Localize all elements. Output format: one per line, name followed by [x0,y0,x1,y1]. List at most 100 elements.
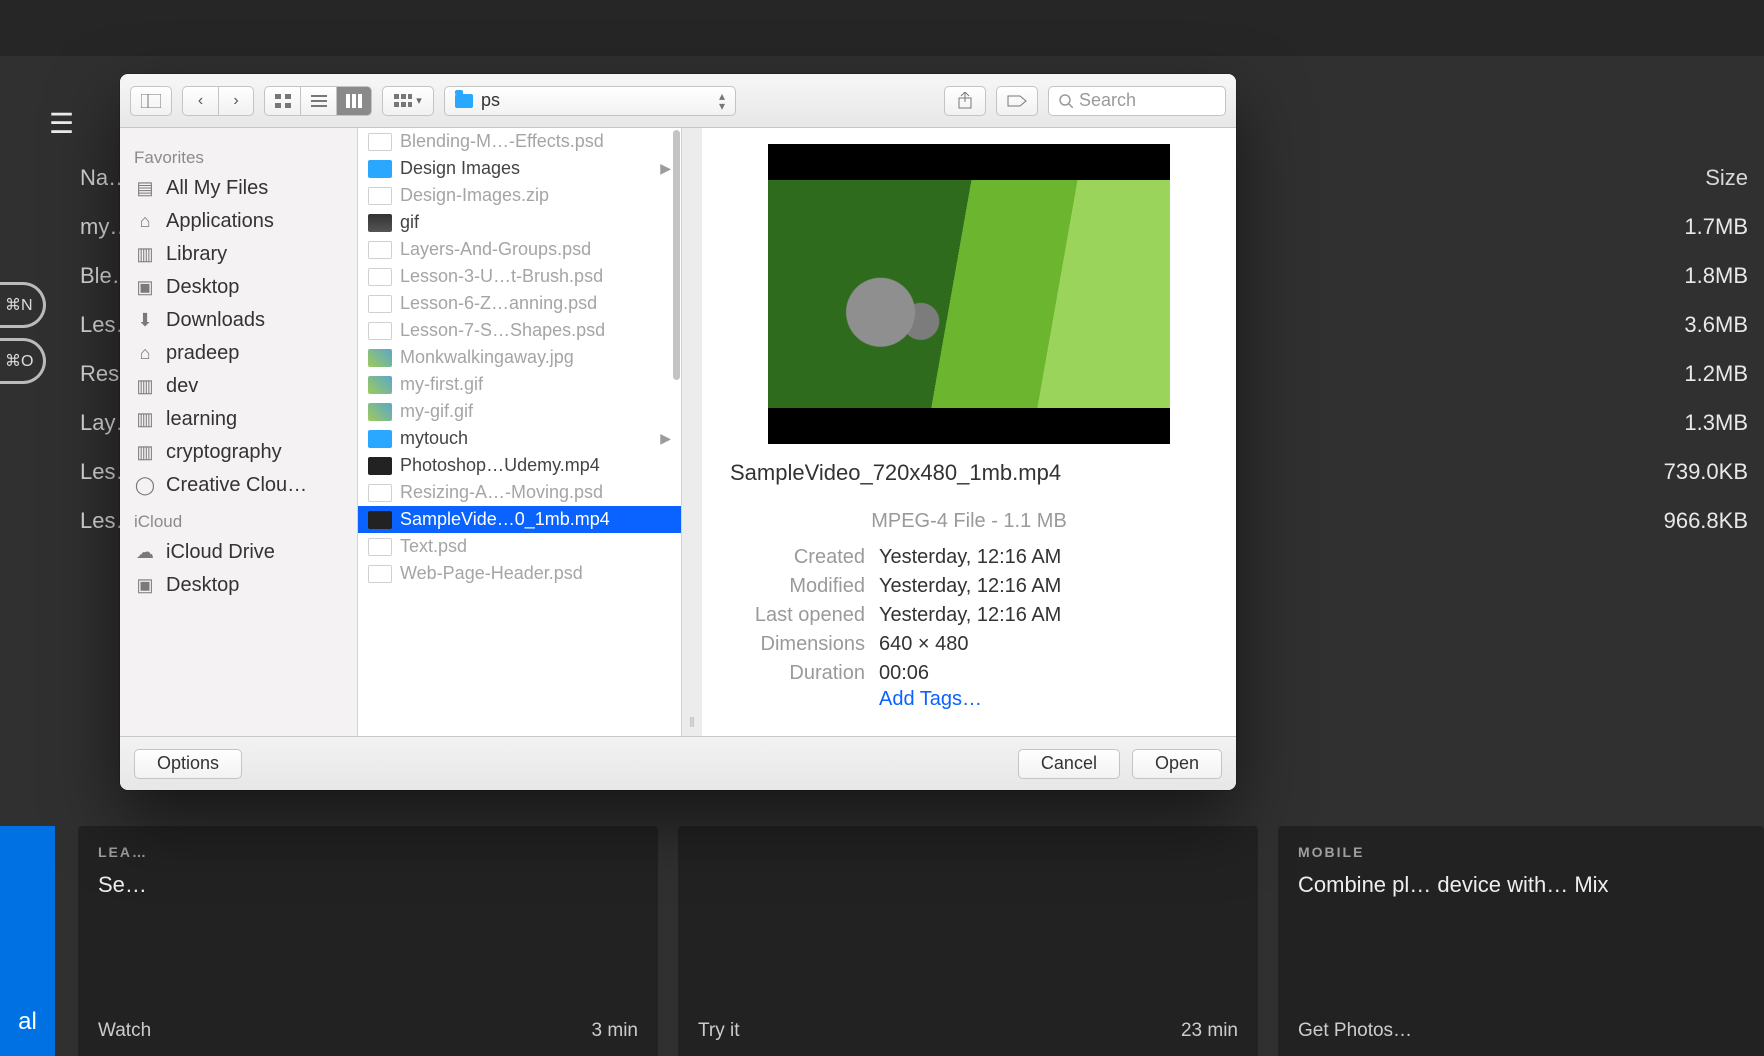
file-row[interactable]: Design Images ▶ [358,155,681,182]
file-row[interactable]: Web-Page-Header.psd [358,560,681,587]
view-icons-button[interactable] [264,86,300,116]
file-thumb-icon [368,403,392,421]
file-thumb-icon [368,160,392,178]
sidebar-section-favorites: Favorites [120,138,357,172]
path-label: ps [481,90,500,111]
sidebar-item[interactable]: ⌂ Applications [120,205,357,238]
nav-segment: ‹ › [182,86,254,116]
file-row[interactable]: Layers-And-Groups.psd [358,236,681,263]
bg-tile-try[interactable]: Try it 23 min [678,826,1258,1056]
file-row[interactable]: SampleVide…0_1mb.mp4 [358,506,681,533]
share-button[interactable] [944,86,986,116]
meta-key: Duration [730,662,865,685]
sidebar-item[interactable]: ▣ Desktop [120,569,357,602]
chevron-right-icon: ▶ [660,160,671,177]
preview-metadata: MPEG-4 File - 1.1 MB Created Yesterday, … [730,510,1208,711]
meta-value: Yesterday, 12:16 AM [879,604,1061,627]
file-name: my-gif.gif [400,401,473,422]
bg-row-size: 3.6MB [1684,312,1748,338]
preview-image [768,180,1170,408]
scrollbar[interactable] [673,130,680,380]
file-row[interactable]: my-gif.gif [358,398,681,425]
tile-label: MOBILE [1298,844,1744,860]
bg-topband [0,0,1764,56]
sidebar-item-label: dev [166,375,198,398]
bg-shortcut-pill[interactable]: ⌘N [0,282,46,328]
file-thumb-icon [368,133,392,151]
file-name: Lesson-3-U…t-Brush.psd [400,266,603,287]
path-dropdown[interactable]: ps ▴▾ [444,86,736,116]
file-row[interactable]: my-first.gif [358,371,681,398]
sidebar-item[interactable]: ▣ Desktop [120,271,357,304]
sidebar-item[interactable]: ▥ dev [120,370,357,403]
file-row[interactable]: Text.psd [358,533,681,560]
preview-pane: SampleVideo_720x480_1mb.mp4 MPEG-4 File … [702,128,1236,736]
bg-row-size: 1.2MB [1684,361,1748,387]
search-input[interactable]: Search [1048,86,1226,116]
view-list-button[interactable] [300,86,336,116]
hamburger-icon[interactable]: ☰ [49,107,74,140]
tags-button[interactable] [996,86,1038,116]
file-thumb-icon [368,376,392,394]
sidebar-item[interactable]: ◯ Creative Clou… [120,469,357,502]
file-column: Blending-M…-Effects.psd Design Images ▶ … [358,128,682,736]
dialog-toolbar: ‹ › ▾ ps ▴▾ [120,74,1236,128]
chevron-right-icon: › [233,92,238,110]
sidebar-item[interactable]: ⌂ pradeep [120,337,357,370]
meta-row: Last opened Yesterday, 12:16 AM [730,601,1208,630]
sidebar-item-icon: ▤ [134,180,156,198]
arrange-button[interactable]: ▾ [382,86,434,116]
file-row[interactable]: Lesson-3-U…t-Brush.psd [358,263,681,290]
file-row[interactable]: Design-Images.zip [358,182,681,209]
file-thumb-icon [368,538,392,556]
file-name: SampleVide…0_1mb.mp4 [400,509,610,530]
column-resize-handle[interactable]: ‖ [682,128,702,736]
meta-value: Yesterday, 12:16 AM [879,575,1061,598]
sidebar-item-icon: ⌂ [134,345,156,363]
file-row[interactable]: Photoshop…Udemy.mp4 [358,452,681,479]
sidebar-item-label: Creative Clou… [166,474,307,497]
open-button[interactable]: Open [1132,749,1222,779]
file-row[interactable]: Blending-M…-Effects.psd [358,128,681,155]
sidebar-item-label: cryptography [166,441,282,464]
add-tags-link[interactable]: Add Tags… [879,688,1208,711]
bg-row-size: 1.7MB [1684,214,1748,240]
tile-label: LEA… [98,844,638,860]
file-name: Monkwalkingaway.jpg [400,347,574,368]
bg-tile-learn[interactable]: LEA… Se… Watch 3 min [78,826,658,1056]
sidebar-toggle-icon [141,94,161,108]
file-row[interactable]: mytouch ▶ [358,425,681,452]
bg-blue-sidebar[interactable]: al [0,826,55,1056]
sidebar-item[interactable]: ▥ cryptography [120,436,357,469]
sidebar-section-icloud: iCloud [120,502,357,536]
sidebar-item-icon: ▥ [134,444,156,462]
file-row[interactable]: Lesson-7-S…Shapes.psd [358,317,681,344]
open-file-dialog: ‹ › ▾ ps ▴▾ [120,74,1236,790]
file-row[interactable]: Lesson-6-Z…anning.psd [358,290,681,317]
forward-button[interactable]: › [218,86,254,116]
file-thumb-icon [368,511,392,529]
file-thumb-icon [368,187,392,205]
options-button[interactable]: Options [134,749,242,779]
bg-tile-mobile[interactable]: MOBILE Combine pl… device with… Mix Get … [1278,826,1764,1056]
sidebar-item-label: Desktop [166,276,239,299]
sidebar-item[interactable]: ▥ Library [120,238,357,271]
back-button[interactable]: ‹ [182,86,218,116]
sidebar-item[interactable]: ▥ learning [120,403,357,436]
file-row[interactable]: Monkwalkingaway.jpg [358,344,681,371]
tag-icon [1006,94,1028,108]
sidebar-item[interactable]: ☁ iCloud Drive [120,536,357,569]
sidebar-item[interactable]: ▤ All My Files [120,172,357,205]
view-columns-button[interactable] [336,86,372,116]
meta-value: 640 × 480 [879,633,969,656]
bg-shortcut-pill[interactable]: ⌘O [0,338,46,384]
tile-footer-right: 23 min [1181,1020,1238,1042]
sidebar-item[interactable]: ⬇ Downloads [120,304,357,337]
meta-row: Modified Yesterday, 12:16 AM [730,572,1208,601]
cancel-button[interactable]: Cancel [1018,749,1120,779]
file-row[interactable]: gif [358,209,681,236]
sidebar-item-icon: ▣ [134,577,156,595]
file-row[interactable]: Resizing-A…-Moving.psd [358,479,681,506]
sidebar-item-label: iCloud Drive [166,541,275,564]
sidebar-toggle-button[interactable] [130,86,172,116]
